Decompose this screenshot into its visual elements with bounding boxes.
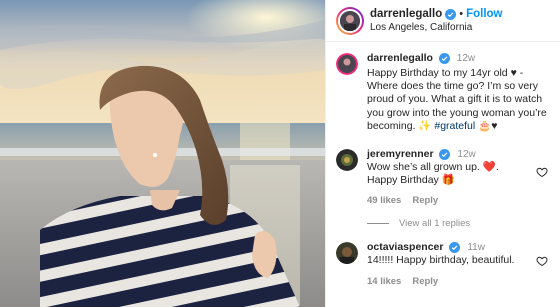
commenter-username[interactable]: jeremyrenner xyxy=(367,148,434,160)
verified-badge-icon xyxy=(449,242,461,254)
post-header: darrenlegallo • Follow Los Angeles, Cali… xyxy=(326,0,560,42)
post-photo[interactable] xyxy=(0,0,325,307)
view-replies-label: View all 1 replies xyxy=(399,218,471,230)
comment-time[interactable]: 11w xyxy=(467,242,485,253)
hashtag-link[interactable]: #grateful xyxy=(434,120,475,132)
view-replies-button[interactable]: View all 1 replies xyxy=(367,218,550,229)
heart-icon[interactable] xyxy=(536,255,548,267)
comment-likes[interactable]: 49 likes xyxy=(367,195,401,206)
comments-list: darrenlegallo 12w Happy Birthday to my 1… xyxy=(326,42,560,287)
caption-username[interactable]: darrenlegallo xyxy=(367,52,433,64)
caption: darrenlegallo 12w Happy Birthday to my 1… xyxy=(336,52,550,133)
author-avatar[interactable] xyxy=(336,6,364,35)
comment-item: octaviaspencer 11w 14!!!!! Happy birthda… xyxy=(336,241,550,287)
caption-emoji: 🎂♥ xyxy=(475,119,498,132)
heart-icon[interactable] xyxy=(536,166,548,178)
caption-avatar[interactable] xyxy=(336,53,358,75)
comment-time[interactable]: 12w xyxy=(457,149,475,160)
reply-button[interactable]: Reply xyxy=(412,195,438,206)
replies-divider xyxy=(367,223,389,225)
follow-button[interactable]: Follow xyxy=(466,8,502,21)
separator-dot: • xyxy=(459,7,464,20)
comment-text: 14!!!!! Happy birthday, beautiful. xyxy=(367,254,515,267)
comment-item: jeremyrenner 12w Wow she’s all grown up.… xyxy=(336,148,550,206)
caption-time[interactable]: 12w xyxy=(457,53,475,64)
comment-text: Wow she’s all grown up. ❤️. Happy Birthd… xyxy=(367,161,499,187)
commenter-avatar[interactable] xyxy=(336,149,358,172)
verified-badge-icon xyxy=(445,8,457,20)
comment-likes[interactable]: 14 likes xyxy=(367,276,401,287)
verified-badge-icon xyxy=(439,148,451,160)
author-username[interactable]: darrenlegallo xyxy=(370,8,442,21)
post-location[interactable]: Los Angeles, California xyxy=(370,22,503,34)
beach-portrait-image xyxy=(0,0,325,307)
verified-badge-icon xyxy=(438,52,450,64)
reply-button[interactable]: Reply xyxy=(412,276,438,287)
commenter-username[interactable]: octaviaspencer xyxy=(367,241,443,253)
commenter-avatar[interactable] xyxy=(336,242,358,265)
post-panel: darrenlegallo • Follow Los Angeles, Cali… xyxy=(325,0,560,307)
